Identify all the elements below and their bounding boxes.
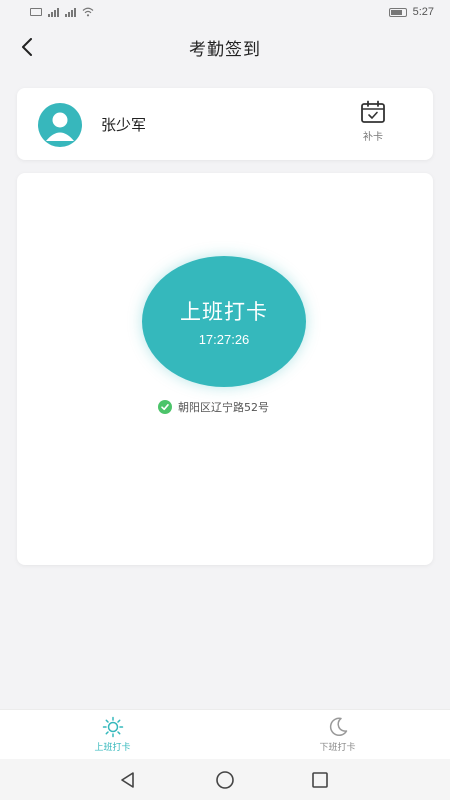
tab-clock-out-label: 下班打卡	[319, 743, 356, 753]
clock-in-card: 上班打卡 17:27:26 朝阳区辽宁路52号	[17, 173, 433, 565]
calendar-check-icon	[361, 100, 385, 123]
sun-icon	[102, 716, 123, 738]
clock-in-button[interactable]: 上班打卡 17:27:26	[142, 256, 306, 387]
chevron-left-icon	[22, 38, 32, 56]
tab-bar: 上班打卡 下班打卡	[0, 709, 450, 759]
square-recents-icon	[312, 772, 328, 788]
clock-in-time: 17:27:26	[198, 332, 250, 347]
tab-clock-out[interactable]: 下班打卡	[225, 710, 450, 759]
system-nav-bar	[0, 759, 450, 800]
location-row: 朝阳区辽宁路52号	[158, 399, 269, 415]
signal-icon	[65, 7, 76, 17]
triangle-back-icon	[121, 772, 134, 788]
header: 考勤签到	[0, 24, 450, 70]
signal-icon	[48, 7, 59, 17]
wifi-icon	[82, 7, 94, 17]
nav-back-button[interactable]	[117, 769, 139, 791]
moon-icon	[329, 717, 347, 737]
avatar	[38, 103, 82, 147]
user-icon	[46, 112, 74, 141]
makeup-label: 补卡	[363, 132, 383, 143]
nav-home-button[interactable]	[214, 769, 236, 791]
tab-clock-in-label: 上班打卡	[94, 743, 131, 753]
battery-icon	[388, 7, 407, 17]
circle-home-icon	[216, 771, 234, 789]
clock-in-label: 上班打卡	[180, 300, 268, 324]
page-title: 考勤签到	[189, 39, 261, 60]
sim-card-icon	[30, 8, 42, 16]
status-icons-left	[30, 7, 94, 17]
user-card: 张少军 补卡	[17, 88, 433, 160]
location-text: 朝阳区辽宁路52号	[178, 401, 269, 414]
user-name: 张少军	[101, 116, 147, 134]
check-circle-icon	[158, 400, 172, 414]
status-bar: 5:27	[0, 0, 450, 24]
nav-recents-button[interactable]	[309, 769, 331, 791]
makeup-clock-button[interactable]: 补卡	[351, 100, 395, 150]
status-time: 5:27	[412, 6, 434, 18]
tab-clock-in[interactable]: 上班打卡	[0, 710, 225, 759]
status-icons-right: 5:27	[388, 6, 434, 18]
back-button[interactable]	[12, 32, 42, 62]
